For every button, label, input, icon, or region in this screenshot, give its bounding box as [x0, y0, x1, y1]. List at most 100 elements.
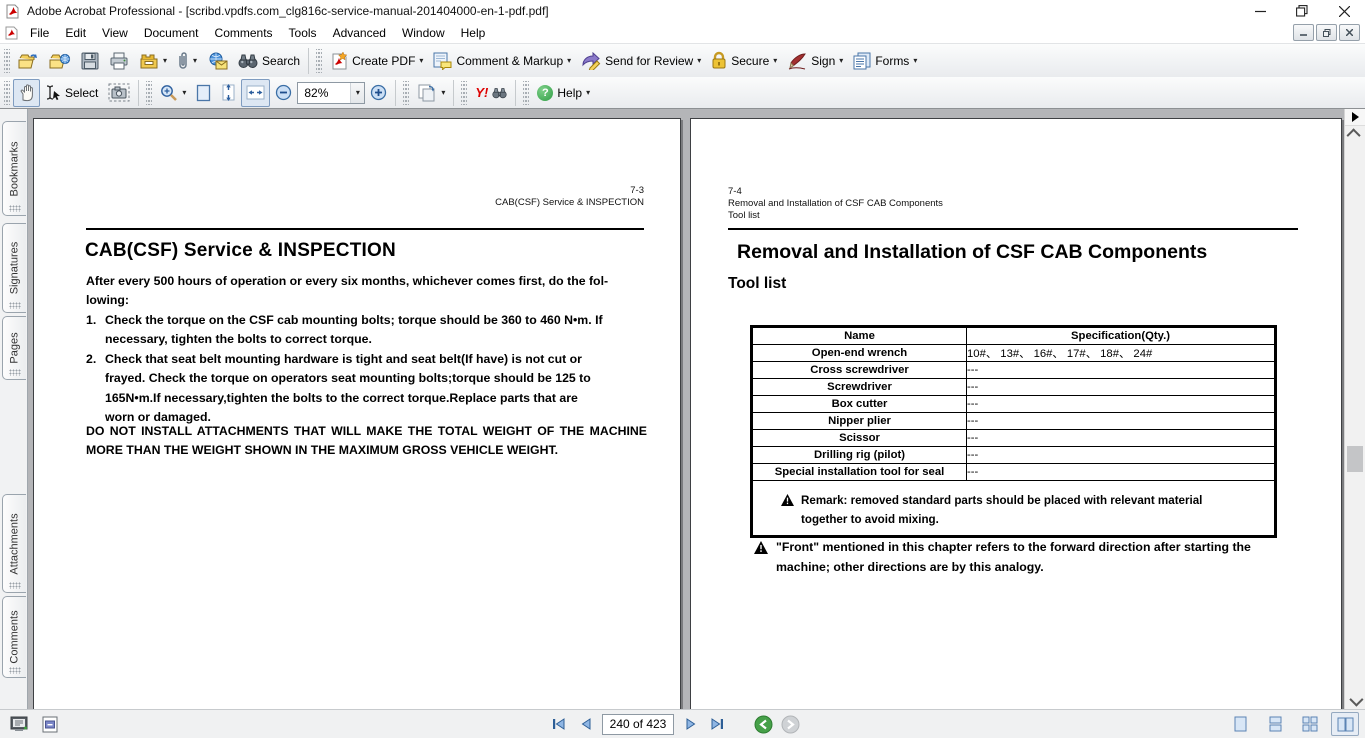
- scroll-up-button[interactable]: [1345, 126, 1365, 142]
- zoom-in-button[interactable]: [365, 79, 392, 107]
- create-pdf-button[interactable]: Create PDF ▾: [325, 47, 428, 75]
- previous-page-button[interactable]: [575, 714, 597, 734]
- menu-document[interactable]: Document: [136, 24, 207, 42]
- comment-markup-button[interactable]: Comment & Markup ▾: [428, 47, 576, 75]
- scrollbar-thumb[interactable]: [1347, 446, 1363, 472]
- front-note: "Front" mentioned in this chapter refers…: [754, 538, 1306, 577]
- table-row: Nipper plier ---: [753, 413, 1275, 430]
- scroll-down-button[interactable]: [1345, 693, 1365, 709]
- save-button[interactable]: [76, 47, 104, 75]
- menu-window[interactable]: Window: [394, 24, 453, 42]
- fit-height-button[interactable]: [216, 79, 241, 107]
- search-button[interactable]: Search: [233, 47, 305, 75]
- toolbar-grip[interactable]: [4, 81, 10, 105]
- sign-button[interactable]: Sign ▾: [782, 47, 848, 75]
- page-number-input[interactable]: [602, 714, 674, 735]
- close-button[interactable]: [1323, 0, 1365, 22]
- attach-button[interactable]: ▾: [172, 47, 202, 75]
- menu-comments[interactable]: Comments: [207, 24, 281, 42]
- toolbar-grip[interactable]: [403, 81, 409, 105]
- page-header-subtitle: Tool list: [728, 210, 943, 222]
- next-view-button[interactable]: [779, 714, 801, 734]
- previous-view-icon: [754, 715, 773, 734]
- toolbar-grip[interactable]: [146, 81, 152, 105]
- email-button[interactable]: [202, 47, 233, 75]
- snapshot-tool-button[interactable]: [103, 79, 135, 107]
- secure-button[interactable]: Secure ▾: [706, 47, 782, 75]
- previous-view-button[interactable]: [752, 714, 774, 734]
- doc-minimize-button[interactable]: [1293, 24, 1314, 41]
- first-page-button[interactable]: [548, 714, 570, 734]
- minimize-button[interactable]: [1239, 0, 1281, 22]
- menu-edit[interactable]: Edit: [57, 24, 94, 42]
- select-ibeam-icon: [45, 84, 61, 101]
- zoom-tool-button[interactable]: ▾: [155, 79, 191, 107]
- hand-tool-button[interactable]: [13, 79, 40, 107]
- last-page-button[interactable]: [706, 714, 728, 734]
- section-title: CAB(CSF) Service & INSPECTION: [85, 240, 396, 262]
- screen-mode-icon[interactable]: [10, 716, 30, 733]
- status-bar: [0, 709, 1365, 738]
- sidebar-tab-attachments[interactable]: Attachments: [2, 494, 26, 593]
- pdf-page-left: 7-3 CAB(CSF) Service & INSPECTION CAB(CS…: [33, 118, 681, 710]
- open-web-page-button[interactable]: [44, 47, 76, 75]
- dropdown-caret-icon: ▾: [356, 89, 360, 97]
- help-button[interactable]: ? Help ▾: [532, 79, 595, 107]
- send-for-review-button[interactable]: Send for Review ▾: [576, 47, 706, 75]
- continuous-facing-view-button[interactable]: [1296, 712, 1324, 736]
- tab-grip: [9, 369, 21, 376]
- chevron-up-icon: [1347, 128, 1361, 142]
- print-button[interactable]: [104, 47, 134, 75]
- open-button[interactable]: [13, 47, 44, 75]
- menu-advanced[interactable]: Advanced: [325, 24, 394, 42]
- sidebar-tab-comments[interactable]: Comments: [2, 596, 26, 678]
- fit-width-icon: [246, 85, 265, 100]
- yahoo-search-button[interactable]: Y!: [470, 79, 512, 107]
- toolbar-grip[interactable]: [523, 81, 529, 105]
- sidebar-tab-pages[interactable]: Pages: [2, 316, 26, 380]
- zoom-combo-caret-button[interactable]: ▾: [350, 83, 364, 103]
- create-pdf-label: Create PDF: [352, 54, 415, 68]
- select-tool-button[interactable]: Select: [40, 79, 103, 107]
- sidebar-tab-signatures[interactable]: Signatures: [2, 223, 26, 313]
- subsection-title: Tool list: [728, 275, 786, 293]
- search-button-label: Search: [262, 54, 300, 68]
- zoom-level-input[interactable]: [298, 83, 350, 103]
- organizer-button[interactable]: ▾: [134, 47, 172, 75]
- sidebar-tab-bookmarks[interactable]: Bookmarks: [2, 121, 26, 216]
- toolbar-grip[interactable]: [4, 49, 10, 73]
- menu-tools[interactable]: Tools: [281, 24, 325, 42]
- yahoo-icon: Y!: [475, 85, 488, 100]
- vertical-scrollbar: [1344, 109, 1365, 710]
- window-controls: [1239, 0, 1365, 22]
- page-display-button[interactable]: ▾: [412, 79, 450, 107]
- zoom-out-button[interactable]: [270, 79, 297, 107]
- doc-close-button[interactable]: [1339, 24, 1360, 41]
- table-row: Special installation tool for seal ---: [753, 464, 1275, 481]
- menu-help[interactable]: Help: [453, 24, 494, 42]
- restore-button[interactable]: [1281, 0, 1323, 22]
- list-item: 2. Check that seat belt mounting hardwar…: [86, 350, 647, 428]
- next-page-button[interactable]: [679, 714, 701, 734]
- main-toolbar: ▾ ▾ Search Create PDF ▾ Comment & Markup…: [0, 43, 1365, 78]
- continuous-view-button[interactable]: [1261, 712, 1289, 736]
- hand-icon: [18, 83, 35, 102]
- navigation-tab-strip: Bookmarks Signatures Pages Attachments C…: [0, 109, 28, 710]
- lock-icon: [711, 51, 727, 70]
- expand-panel-button[interactable]: [1345, 109, 1365, 126]
- single-page-view-button[interactable]: [1226, 712, 1254, 736]
- header-rule: [728, 228, 1298, 230]
- dropdown-caret-icon: ▾: [586, 89, 590, 97]
- toolbar-grip[interactable]: [461, 81, 467, 105]
- secure-label: Secure: [731, 54, 769, 68]
- menu-file[interactable]: File: [22, 24, 57, 42]
- facing-view-button[interactable]: [1331, 712, 1359, 736]
- page-layout-buttons: [1226, 712, 1359, 736]
- menu-view[interactable]: View: [94, 24, 136, 42]
- toolbar-grip[interactable]: [316, 49, 322, 73]
- fit-page-button[interactable]: [191, 79, 216, 107]
- fit-width-button[interactable]: [241, 79, 270, 107]
- forms-button[interactable]: Forms ▾: [848, 47, 922, 75]
- doc-restore-button[interactable]: [1316, 24, 1337, 41]
- document-status-icon[interactable]: [42, 716, 58, 733]
